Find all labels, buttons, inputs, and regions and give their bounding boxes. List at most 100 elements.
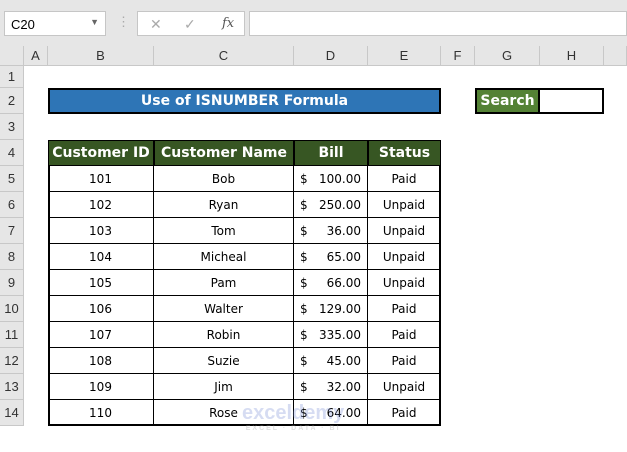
cancel-icon[interactable]: ✕ — [150, 16, 162, 33]
cell-status[interactable]: Unpaid — [368, 270, 441, 296]
currency-symbol: $ — [300, 327, 308, 342]
bill-amount: 100.00 — [319, 171, 361, 186]
row-header-1[interactable]: 1 — [0, 66, 24, 88]
table-header-2: Bill — [294, 140, 368, 166]
bill-amount: 335.00 — [319, 327, 361, 342]
formula-input[interactable] — [249, 11, 627, 36]
search-input-cell[interactable] — [540, 88, 604, 114]
column-header-C[interactable]: C — [154, 46, 294, 66]
currency-symbol: $ — [300, 301, 308, 316]
bill-amount: 36.00 — [326, 223, 361, 238]
row-header-2[interactable]: 2 — [0, 88, 24, 114]
currency-symbol: $ — [300, 223, 308, 238]
row-header-5[interactable]: 5 — [0, 166, 24, 192]
bill-amount: 45.00 — [326, 353, 361, 368]
column-header-E[interactable]: E — [368, 46, 441, 66]
cell-customer-id[interactable]: 110 — [48, 400, 154, 426]
cell-bill[interactable]: $100.00 — [294, 166, 368, 192]
select-all-button[interactable] — [0, 46, 24, 66]
row-header-6[interactable]: 6 — [0, 192, 24, 218]
cell-status[interactable]: Paid — [368, 348, 441, 374]
bill-amount: 65.00 — [326, 249, 361, 264]
cell-bill[interactable]: $45.00 — [294, 348, 368, 374]
currency-symbol: $ — [300, 249, 308, 264]
cell-bill[interactable]: $65.00 — [294, 244, 368, 270]
cell-status[interactable]: Paid — [368, 322, 441, 348]
cell-customer-name[interactable]: Pam — [154, 270, 294, 296]
table-header-3: Status — [368, 140, 441, 166]
cell-status[interactable]: Unpaid — [368, 192, 441, 218]
cell-status[interactable]: Paid — [368, 296, 441, 322]
insert-function-icon[interactable]: fx — [222, 16, 234, 31]
cell-customer-name[interactable]: Tom — [154, 218, 294, 244]
row-header-12[interactable]: 12 — [0, 348, 24, 374]
cell-bill[interactable]: $36.00 — [294, 218, 368, 244]
row-header-10[interactable]: 10 — [0, 296, 24, 322]
bill-amount: 250.00 — [319, 197, 361, 212]
cell-status[interactable]: Unpaid — [368, 244, 441, 270]
cell-customer-id[interactable]: 102 — [48, 192, 154, 218]
row-header-11[interactable]: 11 — [0, 322, 24, 348]
cell-customer-id[interactable]: 107 — [48, 322, 154, 348]
cell-customer-name[interactable]: Ryan — [154, 192, 294, 218]
currency-symbol: $ — [300, 353, 308, 368]
table-header-0: Customer ID — [48, 140, 154, 166]
bill-amount: 32.00 — [326, 379, 361, 394]
cell-customer-name[interactable]: Bob — [154, 166, 294, 192]
column-header-H[interactable]: H — [540, 46, 604, 66]
cell-customer-id[interactable]: 109 — [48, 374, 154, 400]
cell-customer-id[interactable]: 101 — [48, 166, 154, 192]
row-header-14[interactable]: 14 — [0, 400, 24, 426]
cell-bill[interactable]: $335.00 — [294, 322, 368, 348]
enter-icon[interactable]: ✓ — [184, 16, 196, 33]
currency-symbol: $ — [300, 171, 308, 186]
table-header-1: Customer Name — [154, 140, 294, 166]
cell-customer-name[interactable]: Robin — [154, 322, 294, 348]
chevron-down-icon[interactable]: ▼ — [90, 17, 99, 27]
watermark-logo: exceldemy EXCEL · DATA · BI — [242, 402, 344, 432]
row-header-3[interactable]: 3 — [0, 114, 24, 140]
cell-customer-name[interactable]: Suzie — [154, 348, 294, 374]
cell-customer-id[interactable]: 105 — [48, 270, 154, 296]
cell-customer-id[interactable]: 106 — [48, 296, 154, 322]
cell-customer-name[interactable]: Walter — [154, 296, 294, 322]
name-box[interactable]: C20 ▼ — [4, 11, 106, 36]
column-header-G[interactable]: G — [475, 46, 540, 66]
watermark-tagline: EXCEL · DATA · BI — [245, 425, 341, 432]
row-header-7[interactable]: 7 — [0, 218, 24, 244]
row-header-4[interactable]: 4 — [0, 140, 24, 166]
column-header-blank — [604, 46, 627, 66]
cell-bill[interactable]: $250.00 — [294, 192, 368, 218]
column-header-F[interactable]: F — [441, 46, 475, 66]
bill-amount: 129.00 — [319, 301, 361, 316]
currency-symbol: $ — [300, 197, 308, 212]
row-header-8[interactable]: 8 — [0, 244, 24, 270]
formula-bar-area: C20 ▼ ⋮ ✕ ✓ fx — [0, 0, 627, 46]
cell-customer-id[interactable]: 108 — [48, 348, 154, 374]
search-label-cell: Search — [475, 88, 540, 114]
cell-customer-id[interactable]: 103 — [48, 218, 154, 244]
currency-symbol: $ — [300, 379, 308, 394]
bill-amount: 66.00 — [326, 275, 361, 290]
cell-customer-name[interactable]: Micheal — [154, 244, 294, 270]
cell-customer-name[interactable]: Jim — [154, 374, 294, 400]
name-box-value: C20 — [11, 17, 35, 32]
column-header-B[interactable]: B — [48, 46, 154, 66]
row-header-9[interactable]: 9 — [0, 270, 24, 296]
column-header-D[interactable]: D — [294, 46, 368, 66]
formula-buttons: ✕ ✓ fx — [137, 11, 245, 36]
row-header-13[interactable]: 13 — [0, 374, 24, 400]
cell-bill[interactable]: $32.00 — [294, 374, 368, 400]
drag-handle-icon: ⋮ — [117, 14, 130, 29]
currency-symbol: $ — [300, 275, 308, 290]
cell-bill[interactable]: $129.00 — [294, 296, 368, 322]
cell-status[interactable]: Paid — [368, 400, 441, 426]
cell-bill[interactable]: $66.00 — [294, 270, 368, 296]
cell-customer-id[interactable]: 104 — [48, 244, 154, 270]
cell-status[interactable]: Unpaid — [368, 218, 441, 244]
column-header-A[interactable]: A — [24, 46, 48, 66]
watermark-brand: exceldemy — [242, 402, 345, 424]
cell-status[interactable]: Paid — [368, 166, 441, 192]
cell-status[interactable]: Unpaid — [368, 374, 441, 400]
title-cell[interactable]: Use of ISNUMBER Formula — [48, 88, 441, 114]
